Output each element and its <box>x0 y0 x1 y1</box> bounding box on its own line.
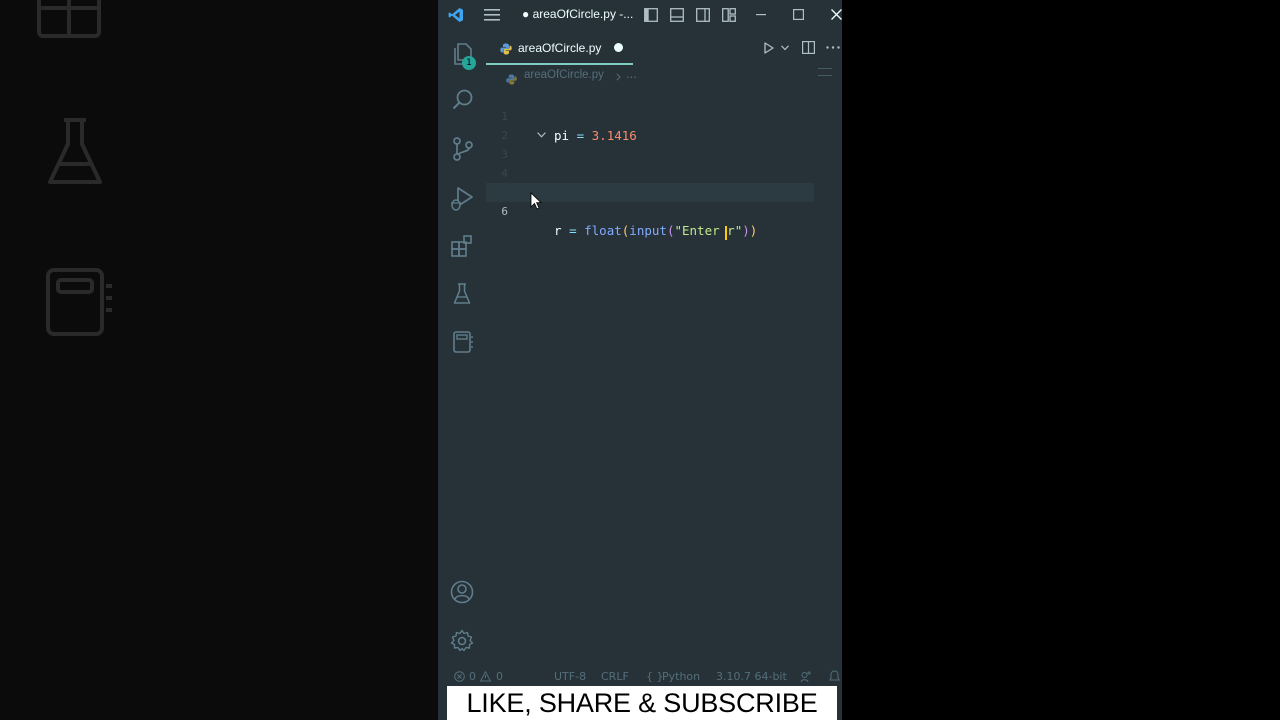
token-at-cursor: r <box>725 223 735 240</box>
status-bar: 0 0 UTF-8 CRLF { } Python 3.10.7 64-bit <box>438 668 842 686</box>
testing-icon[interactable] <box>453 282 471 306</box>
customize-layout-icon[interactable] <box>722 8 736 22</box>
token: "Enter <box>674 223 728 238</box>
code-content: r = float(input("Enter r")) <box>554 221 757 240</box>
eol-indicator[interactable]: CRLF <box>601 670 629 684</box>
toggle-sidebar-icon[interactable] <box>644 8 658 22</box>
fold-chevron-down-icon[interactable] <box>537 132 546 138</box>
token: = <box>569 223 577 238</box>
code-line-2: 2 <box>486 107 842 142</box>
token: ) <box>742 223 750 238</box>
toggle-secondary-sidebar-icon[interactable] <box>696 8 710 22</box>
search-icon[interactable] <box>452 88 474 110</box>
video-background-right <box>842 0 1280 720</box>
account-icon[interactable] <box>450 580 474 604</box>
vscode-window: ● areaOfCircle.py -... 1 areaOfCircle.py… <box>438 0 842 720</box>
error-count[interactable]: 0 <box>469 670 476 684</box>
token: r <box>727 223 735 238</box>
error-icon[interactable] <box>454 671 465 682</box>
code-line-3: 3 def area_of_circle(r): <box>486 126 842 200</box>
breadcrumb-more[interactable]: ... <box>626 67 637 81</box>
python-file-icon <box>506 70 517 85</box>
ghost-split-icon <box>37 0 101 38</box>
minimize-icon[interactable] <box>756 14 766 16</box>
title-bar: ● areaOfCircle.py -... <box>438 0 842 30</box>
token: input <box>629 223 667 238</box>
mouse-pointer-icon <box>530 192 542 210</box>
token: ) <box>749 223 758 238</box>
menu-icon[interactable] <box>484 9 500 21</box>
ghost-notebook-icon <box>46 268 112 336</box>
source-control-icon[interactable] <box>452 136 474 162</box>
run-python-file-icon[interactable] <box>764 42 774 54</box>
run-debug-icon[interactable] <box>450 186 474 212</box>
tab-label: areaOfCircle.py <box>518 41 602 55</box>
code-line-4: 4 return pi * r * r <box>486 145 842 200</box>
code-editor[interactable]: 1 pi = 3.1416 2 3 def area_of_circle(r):… <box>486 88 842 668</box>
warning-count[interactable]: 0 <box>496 670 503 684</box>
encoding-indicator[interactable]: UTF-8 <box>554 670 586 684</box>
notifications-bell-icon[interactable] <box>829 670 840 683</box>
video-background-left <box>0 0 438 720</box>
ghost-flask-icon <box>48 118 102 184</box>
subscribe-text: LIKE, SHARE & SUBSCRIBE <box>466 688 818 718</box>
language-mode[interactable]: Python <box>662 670 700 684</box>
language-brackets-icon: { } <box>646 670 664 683</box>
explorer-button[interactable]: 1 <box>438 38 486 74</box>
extensions-icon[interactable] <box>450 234 474 258</box>
breadcrumb-file[interactable]: areaOfCircle.py <box>524 69 604 81</box>
code-line-5: 5 <box>486 164 842 199</box>
window-title: ● areaOfCircle.py -... <box>522 7 634 21</box>
close-icon[interactable] <box>831 9 842 20</box>
breadcrumb: areaOfCircle.py ... <box>486 66 842 88</box>
token: float <box>584 223 622 238</box>
tab-active-indicator <box>486 63 633 65</box>
minimap-indicator <box>818 68 832 76</box>
explorer-badge: 1 <box>462 56 476 70</box>
warning-icon[interactable] <box>480 671 491 682</box>
token: r <box>554 223 562 238</box>
feedback-icon[interactable] <box>800 671 812 683</box>
chevron-right-icon <box>616 73 621 81</box>
notebook-icon[interactable] <box>452 330 474 354</box>
tab-areaOfCircle[interactable]: areaOfCircle.py <box>486 30 634 66</box>
more-actions-icon[interactable] <box>826 46 840 49</box>
maximize-icon[interactable] <box>793 9 804 20</box>
code-line-1: 1 pi = 3.1416 <box>486 88 842 143</box>
activity-bar: 1 <box>438 30 486 690</box>
run-dropdown-chevron-icon[interactable] <box>781 45 789 51</box>
settings-gear-icon[interactable] <box>450 629 474 653</box>
interpreter-version[interactable]: 3.10.7 64-bit <box>716 670 787 684</box>
toggle-panel-icon[interactable] <box>670 8 684 22</box>
unsaved-dot-icon[interactable] <box>614 43 623 52</box>
split-editor-icon[interactable] <box>802 41 815 54</box>
subscribe-banner: LIKE, SHARE & SUBSCRIBE <box>447 686 837 720</box>
editor-tabs: areaOfCircle.py <box>486 30 842 66</box>
python-file-icon <box>500 40 512 55</box>
text-cursor <box>725 226 728 240</box>
line-number: 6 <box>501 205 508 218</box>
vscode-logo-icon <box>448 8 463 22</box>
